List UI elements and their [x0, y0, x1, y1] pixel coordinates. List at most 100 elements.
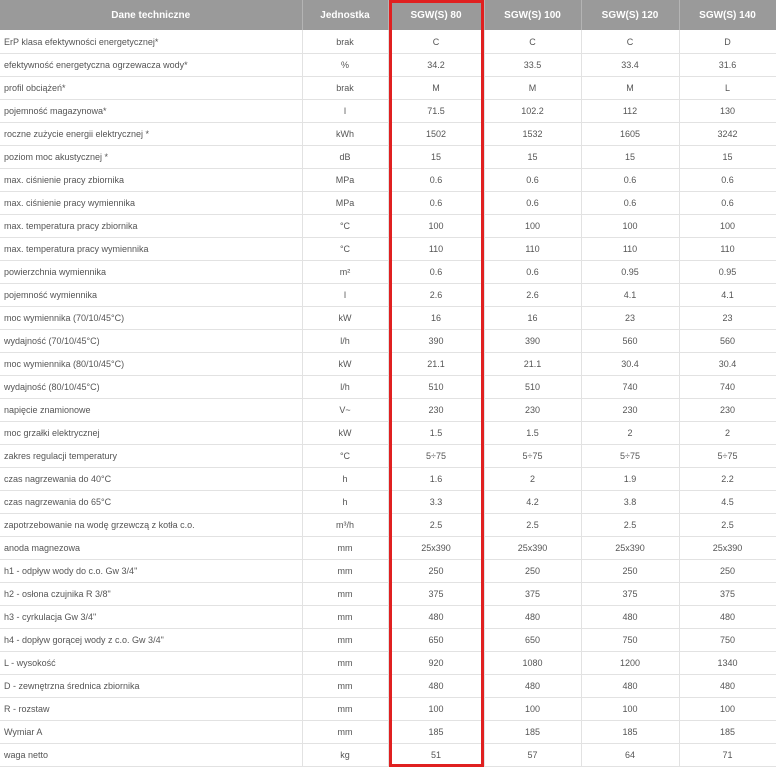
unit-cell: dB — [302, 145, 389, 169]
table-row: max. temperatura pracy wymiennika °C 110 11… — [0, 237, 776, 261]
value-cell: 0.6 — [388, 191, 485, 215]
value-cell: 16 — [388, 306, 485, 330]
value-cell: 5÷75 — [679, 444, 776, 468]
table-row: moc wymiennika (70/10/45°C) kW 16 16 23 23 — [0, 306, 776, 330]
value-cell: 2 — [679, 421, 776, 445]
unit-cell: °C — [302, 214, 389, 238]
parameter-label: h2 - osłona czujnika R 3/8" — [0, 582, 303, 606]
value-cell: 33.4 — [581, 53, 680, 77]
table-row: czas nagrzewania do 65°C h 3.3 4.2 3.8 4.5 — [0, 490, 776, 514]
value-cell: 100 — [388, 697, 485, 721]
value-cell: 3.3 — [388, 490, 485, 514]
value-cell: 480 — [484, 674, 582, 698]
value-cell: 25x390 — [388, 536, 485, 560]
value-cell: 0.95 — [581, 260, 680, 284]
value-cell: 102.2 — [484, 99, 582, 123]
table-row: pojemność magazynowa* l 71.5 102.2 112 130 — [0, 99, 776, 123]
value-cell: 560 — [581, 329, 680, 353]
value-cell: 2.5 — [581, 513, 680, 537]
column-header: Jednostka — [302, 0, 389, 30]
value-cell: 750 — [679, 628, 776, 652]
unit-cell: °C — [302, 237, 389, 261]
parameter-label: waga netto — [0, 743, 303, 767]
value-cell: 112 — [581, 99, 680, 123]
unit-cell: kWh — [302, 122, 389, 146]
value-cell: 15 — [581, 145, 680, 169]
table-row: h3 - cyrkulacja Gw 3/4" mm 480 480 480 480 — [0, 605, 776, 629]
parameter-label: max. temperatura pracy wymiennika — [0, 237, 303, 261]
value-cell: 5÷75 — [484, 444, 582, 468]
value-cell: 1.6 — [388, 467, 485, 491]
parameter-label: h1 - odpływ wody do c.o. Gw 3/4" — [0, 559, 303, 583]
table-row: moc grzałki elektrycznej kW 1.5 1.5 2 2 — [0, 421, 776, 445]
unit-cell: l/h — [302, 375, 389, 399]
value-cell: M — [388, 76, 485, 100]
parameter-label: pojemność magazynowa* — [0, 99, 303, 123]
parameter-label: czas nagrzewania do 65°C — [0, 490, 303, 514]
value-cell: 15 — [679, 145, 776, 169]
value-cell: 510 — [388, 375, 485, 399]
table-body: ErP klasa efektywności energetycznej* bra… — [0, 30, 776, 767]
table-row: profil obciążeń* brak M M M L — [0, 76, 776, 100]
table-header: Dane techniczne Jednostka SGW(S) 80 SGW(S) … — [0, 0, 776, 30]
value-cell: 5÷75 — [581, 444, 680, 468]
parameter-label: max. ciśnienie pracy zbiornika — [0, 168, 303, 192]
unit-cell: kg — [302, 743, 389, 767]
value-cell: 71.5 — [388, 99, 485, 123]
value-cell: 230 — [388, 398, 485, 422]
table-row: waga netto kg 51 57 64 71 — [0, 743, 776, 767]
parameter-label: h4 - dopływ gorącej wody z c.o. Gw 3/4" — [0, 628, 303, 652]
value-cell: 510 — [484, 375, 582, 399]
value-cell: 1502 — [388, 122, 485, 146]
value-cell: 4.1 — [581, 283, 680, 307]
parameter-label: napięcie znamionowe — [0, 398, 303, 422]
value-cell: 110 — [388, 237, 485, 261]
value-cell: 0.6 — [679, 191, 776, 215]
parameter-label: powierzchnia wymiennika — [0, 260, 303, 284]
table-row: L - wysokość mm 920 1080 1200 1340 — [0, 651, 776, 675]
table-row: wydajność (70/10/45°C) l/h 390 390 560 560 — [0, 329, 776, 353]
value-cell: 390 — [484, 329, 582, 353]
value-cell: 375 — [388, 582, 485, 606]
table-row: napięcie znamionowe V~ 230 230 230 230 — [0, 398, 776, 422]
table-row: zakres regulacji temperatury °C 5÷75 5÷75 5÷… — [0, 444, 776, 468]
value-cell: 375 — [581, 582, 680, 606]
value-cell: 15 — [388, 145, 485, 169]
unit-cell: % — [302, 53, 389, 77]
parameter-label: max. temperatura pracy zbiornika — [0, 214, 303, 238]
value-cell: 185 — [388, 720, 485, 744]
value-cell: C — [581, 30, 680, 54]
unit-cell: mm — [302, 651, 389, 675]
table-row: h1 - odpływ wody do c.o. Gw 3/4" mm 250 250… — [0, 559, 776, 583]
value-cell: 920 — [388, 651, 485, 675]
unit-cell: m³/h — [302, 513, 389, 537]
value-cell: 250 — [679, 559, 776, 583]
parameter-label: zapotrzebowanie na wodę grzewczą z kotła… — [0, 513, 303, 537]
value-cell: 480 — [679, 674, 776, 698]
value-cell: 23 — [679, 306, 776, 330]
table-row: powierzchnia wymiennika m² 0.6 0.6 0.95 0.95 — [0, 260, 776, 284]
value-cell: 480 — [581, 605, 680, 629]
unit-cell: V~ — [302, 398, 389, 422]
value-cell: 64 — [581, 743, 680, 767]
value-cell: 33.5 — [484, 53, 582, 77]
value-cell: 0.6 — [484, 168, 582, 192]
table-row: efektywność energetyczna ogrzewacza wody… — [0, 53, 776, 77]
parameter-label: h3 - cyrkulacja Gw 3/4" — [0, 605, 303, 629]
value-cell: 230 — [581, 398, 680, 422]
value-cell: D — [679, 30, 776, 54]
value-cell: 1.5 — [484, 421, 582, 445]
value-cell: 740 — [581, 375, 680, 399]
value-cell: 130 — [679, 99, 776, 123]
value-cell: 480 — [388, 674, 485, 698]
table-row: max. ciśnienie pracy wymiennika MPa 0.6 0.6… — [0, 191, 776, 215]
parameter-label: roczne zużycie energii elektrycznej * — [0, 122, 303, 146]
table-row: Wymiar Amm 185 185 185 185 — [0, 720, 776, 744]
value-cell: 21.1 — [388, 352, 485, 376]
value-cell: C — [388, 30, 485, 54]
value-cell: 100 — [679, 697, 776, 721]
value-cell: 2 — [484, 467, 582, 491]
value-cell: 1200 — [581, 651, 680, 675]
table-row: moc wymiennika (80/10/45°C) kW 21.1 21.1 30.… — [0, 352, 776, 376]
value-cell: 3.8 — [581, 490, 680, 514]
